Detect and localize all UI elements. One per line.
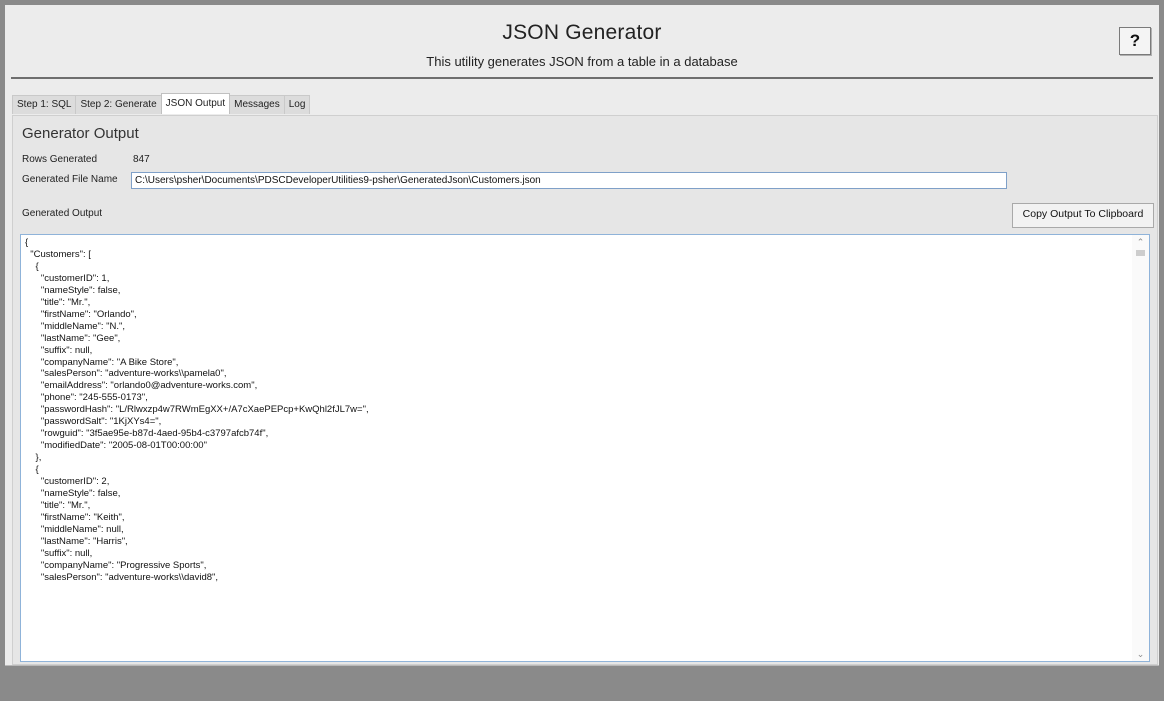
- tab-bar: Step 1: SQL Step 2: Generate JSON Output…: [12, 93, 311, 114]
- tab-step1-sql[interactable]: Step 1: SQL: [12, 95, 77, 114]
- json-output-textarea[interactable]: { "Customers": [ { "customerID": 1, "nam…: [20, 234, 1150, 662]
- app-window: JSON Generator This utility generates JS…: [5, 5, 1159, 666]
- app-title: JSON Generator: [502, 21, 662, 44]
- rows-generated-label: Rows Generated: [22, 154, 98, 165]
- vertical-scrollbar[interactable]: ⌃ ⌄: [1132, 235, 1149, 661]
- tab-step2-generate[interactable]: Step 2: Generate: [75, 95, 162, 114]
- tab-messages[interactable]: Messages: [229, 95, 285, 114]
- scroll-thumb[interactable]: [1136, 250, 1145, 256]
- json-output-text: { "Customers": [ { "customerID": 1, "nam…: [25, 237, 369, 583]
- header-divider: [11, 77, 1153, 79]
- help-button[interactable]: ?: [1119, 27, 1151, 55]
- output-panel: Generator Output Rows Generated 847 Gene…: [12, 115, 1158, 665]
- chevron-up-icon[interactable]: ⌃: [1132, 235, 1149, 249]
- file-name-field[interactable]: [131, 172, 1007, 189]
- app-subtitle: This utility generates JSON from a table…: [426, 54, 738, 69]
- file-name-label: Generated File Name: [22, 174, 118, 185]
- copy-to-clipboard-button[interactable]: Copy Output To Clipboard: [1012, 203, 1154, 228]
- section-title: Generator Output: [22, 125, 139, 142]
- header: JSON Generator This utility generates JS…: [5, 5, 1159, 77]
- tab-log[interactable]: Log: [283, 95, 311, 114]
- rows-generated-value: 847: [133, 154, 150, 165]
- generated-output-label: Generated Output: [22, 208, 103, 219]
- chevron-down-icon[interactable]: ⌄: [1132, 647, 1149, 661]
- tab-json-output[interactable]: JSON Output: [160, 93, 231, 114]
